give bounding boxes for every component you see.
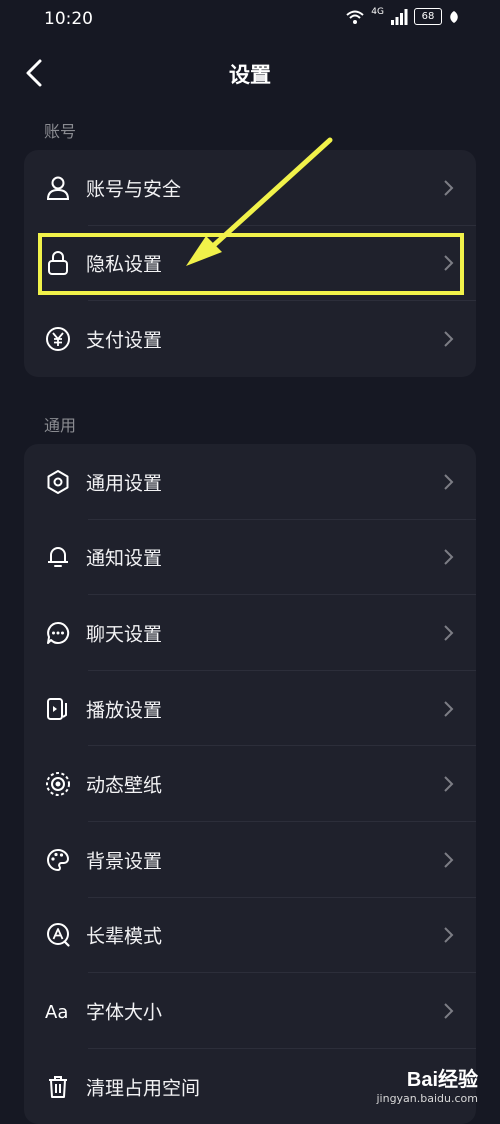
chevron-right-icon	[444, 1003, 454, 1019]
play-settings-icon	[44, 695, 72, 723]
gear-icon	[44, 468, 72, 496]
settings-row-account-security[interactable]: 账号与安全	[24, 150, 476, 226]
signal-icon	[391, 8, 408, 25]
chevron-right-icon	[444, 180, 454, 196]
bell-icon	[44, 543, 72, 571]
yen-icon	[44, 325, 72, 353]
row-label: 播放设置	[86, 699, 163, 722]
nav-bar: 设置	[0, 45, 500, 103]
account-group: 账号与安全 隐私设置 支付设置	[24, 150, 476, 377]
settings-row-notification[interactable]: 通知设置	[24, 520, 476, 596]
row-label: 隐私设置	[86, 253, 163, 276]
row-label: 背景设置	[86, 850, 163, 873]
elder-mode-icon	[44, 921, 72, 949]
settings-row-font-size[interactable]: Aa 字体大小	[24, 973, 476, 1049]
battery-level: 68	[414, 8, 442, 25]
chevron-right-icon	[444, 474, 454, 490]
section-label-general: 通用	[44, 416, 77, 435]
wifi-icon	[346, 10, 364, 24]
font-size-icon: Aa	[44, 997, 78, 1025]
network-type: 4G	[371, 6, 384, 17]
row-label: 聊天设置	[86, 623, 163, 646]
row-label: 长辈模式	[86, 925, 163, 948]
watermark-site: jingyan.baidu.com	[376, 1092, 478, 1105]
row-label: 支付设置	[86, 329, 163, 352]
row-label: 字体大小	[86, 1001, 163, 1024]
settings-row-background[interactable]: 背景设置	[24, 822, 476, 898]
chevron-right-icon	[444, 255, 454, 272]
row-label: 账号与安全	[86, 178, 182, 201]
chevron-right-icon	[444, 625, 454, 641]
settings-row-chat[interactable]: 聊天设置	[24, 595, 476, 671]
chevron-right-icon	[444, 549, 454, 566]
status-bar: 10:20 4G 68	[0, 0, 500, 40]
chevron-right-icon	[444, 852, 454, 868]
status-icons: 4G 68	[345, 6, 460, 25]
leaf-icon	[450, 10, 458, 23]
palette-icon	[44, 846, 72, 874]
row-label: 清理占用空间	[86, 1077, 201, 1100]
row-label: 通用设置	[86, 472, 163, 495]
trash-icon	[44, 1073, 72, 1101]
lock-icon	[44, 249, 72, 277]
user-icon	[44, 174, 72, 202]
status-time: 10:20	[44, 9, 93, 29]
watermark-brand: Bai经验	[406, 1069, 478, 1091]
general-group: 通用设置 通知设置 聊天设置 播放设置 动态壁纸 背景设置 长辈模式 Aa 字体…	[24, 444, 476, 1124]
settings-row-live-wallpaper[interactable]: 动态壁纸	[24, 746, 476, 822]
chat-icon	[44, 619, 72, 647]
svg-text:Aa: Aa	[45, 1002, 68, 1022]
section-label-account: 账号	[44, 122, 77, 141]
settings-row-elder-mode[interactable]: 长辈模式	[24, 898, 476, 974]
chevron-right-icon	[444, 331, 454, 347]
settings-row-privacy[interactable]: 隐私设置	[24, 226, 476, 302]
settings-row-payment[interactable]: 支付设置	[24, 301, 476, 377]
wallpaper-icon	[44, 770, 72, 798]
row-label: 通知设置	[86, 547, 163, 570]
row-label: 动态壁纸	[86, 774, 163, 797]
settings-row-playback[interactable]: 播放设置	[24, 671, 476, 747]
watermark: Bai经验 jingyan.baidu.com	[376, 1063, 478, 1105]
settings-row-general[interactable]: 通用设置	[24, 444, 476, 520]
page-title: 设置	[229, 63, 271, 87]
chevron-right-icon	[444, 776, 454, 792]
chevron-right-icon	[444, 700, 454, 717]
chevron-right-icon	[444, 927, 454, 944]
